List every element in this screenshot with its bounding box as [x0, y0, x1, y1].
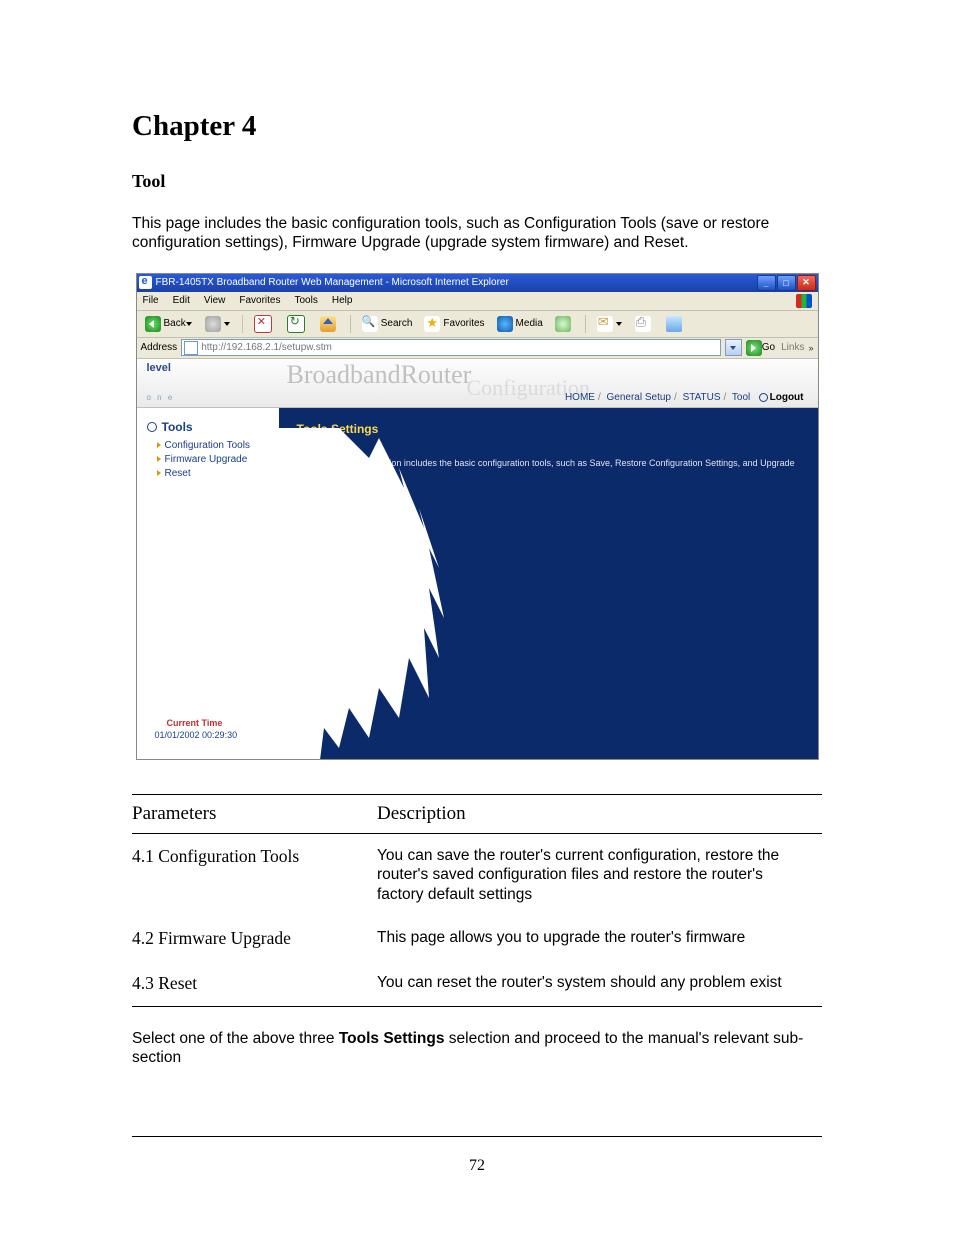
back-button[interactable]: Back: [141, 314, 197, 334]
forward-button[interactable]: [201, 314, 235, 334]
page-number: 72: [0, 1157, 954, 1175]
menu-tools[interactable]: Tools: [294, 295, 317, 306]
triangle-icon: [157, 456, 161, 462]
media-button[interactable]: Media: [493, 314, 547, 334]
address-value: http://192.168.2.1/setupw.stm: [201, 342, 332, 353]
address-dropdown[interactable]: [725, 339, 742, 356]
print-button[interactable]: [631, 314, 658, 334]
embedded-screenshot: FBR-1405TX Broadband Router Web Manageme…: [136, 273, 819, 760]
toolbar: Back Search Favorites Media: [137, 311, 818, 338]
current-time-value: 01/01/2002 00:29:30: [155, 730, 238, 740]
menu-favorites[interactable]: Favorites: [239, 295, 280, 306]
param-name: 4.1 Configuration Tools: [132, 833, 377, 916]
menu-edit[interactable]: Edit: [173, 295, 190, 306]
history-icon: [555, 316, 571, 332]
stop-button[interactable]: [250, 314, 279, 334]
mail-button[interactable]: [593, 314, 627, 334]
param-desc: This page allows you to upgrade the rout…: [377, 916, 822, 961]
menu-file[interactable]: File: [143, 295, 159, 306]
triangle-icon: [157, 442, 161, 448]
main-pane: Tools Settings The Tools Settings sectio…: [279, 408, 818, 760]
refresh-button[interactable]: [283, 314, 312, 334]
intro-paragraph: This page includes the basic configurati…: [132, 214, 822, 253]
nav-home[interactable]: HOME: [565, 392, 595, 403]
sidebar-item-config-tools[interactable]: Configuration Tools: [157, 440, 275, 451]
page-icon: [184, 341, 198, 355]
window-title: FBR-1405TX Broadband Router Web Manageme…: [156, 277, 509, 288]
circle-icon: [147, 422, 157, 432]
table-row: 4.3 Reset You can reset the router's sys…: [132, 961, 822, 1007]
brand-main-text: BroadbandRouter: [287, 360, 472, 390]
menu-view[interactable]: View: [204, 295, 226, 306]
pane-text: The Tools Settings section includes the …: [297, 458, 800, 480]
links-expand-icon[interactable]: »: [808, 343, 813, 353]
forward-icon: [205, 316, 221, 332]
logout-bullet-icon: [759, 393, 768, 402]
parameters-table: Parameters Description 4.1 Configuration…: [132, 794, 822, 1007]
search-button[interactable]: Search: [358, 314, 417, 334]
nav-logout[interactable]: Logout: [770, 392, 804, 403]
footer-rule: [132, 1136, 822, 1137]
router-sidebar: Tools Configuration Tools Firmware Upgra…: [137, 408, 279, 760]
branding-band: level o n e BroadbandRouter Configuratio…: [137, 359, 818, 408]
windows-flag-icon: [796, 294, 812, 308]
sidebar-item-reset[interactable]: Reset: [157, 468, 275, 479]
current-time-label: Current Time: [167, 718, 223, 728]
minimize-button[interactable]: _: [757, 275, 776, 291]
print-icon: [635, 316, 651, 332]
home-icon: [320, 316, 336, 332]
address-label: Address: [141, 342, 178, 353]
address-bar: Address http://192.168.2.1/setupw.stm Go…: [137, 338, 818, 359]
menu-bar: File Edit View Favorites Tools Help: [137, 292, 818, 311]
col-header-description: Description: [377, 794, 822, 833]
go-label: Go: [762, 342, 775, 353]
ie-icon: [139, 276, 152, 289]
favorites-button[interactable]: Favorites: [420, 314, 488, 334]
triangle-icon: [157, 470, 161, 476]
closing-paragraph: Select one of the above three Tools Sett…: [132, 1029, 822, 1068]
history-button[interactable]: [551, 314, 578, 334]
refresh-icon: [287, 315, 305, 333]
chapter-title: Chapter 4: [132, 110, 822, 143]
top-nav: HOME/ General Setup/ STATUS/ Tool Logout: [565, 392, 804, 403]
stop-icon: [254, 315, 272, 333]
search-icon: [362, 316, 378, 332]
links-label[interactable]: Links: [781, 342, 804, 353]
param-name: 4.3 Reset: [132, 961, 377, 1007]
sidebar-heading[interactable]: Tools: [147, 420, 275, 434]
nav-tool[interactable]: Tool: [732, 392, 750, 403]
section-title: Tool: [132, 171, 822, 192]
maximize-button[interactable]: □: [777, 275, 796, 291]
table-row: 4.1 Configuration Tools You can save the…: [132, 833, 822, 916]
home-button[interactable]: [316, 314, 343, 334]
table-row: 4.2 Firmware Upgrade This page allows yo…: [132, 916, 822, 961]
address-input[interactable]: http://192.168.2.1/setupw.stm: [181, 339, 721, 356]
param-name: 4.2 Firmware Upgrade: [132, 916, 377, 961]
edit-button[interactable]: [662, 314, 689, 334]
mail-icon: [597, 316, 613, 332]
menu-help[interactable]: Help: [332, 295, 353, 306]
star-icon: [424, 316, 440, 332]
go-button[interactable]: [746, 340, 762, 356]
param-desc: You can save the router's current config…: [377, 833, 822, 916]
media-icon: [497, 316, 513, 332]
sidebar-item-firmware-upgrade[interactable]: Firmware Upgrade: [157, 454, 275, 465]
close-button[interactable]: ✕: [797, 275, 816, 291]
nav-status[interactable]: STATUS: [683, 392, 721, 403]
back-icon: [145, 316, 161, 332]
edit-icon: [666, 316, 682, 332]
pane-title: Tools Settings: [297, 422, 800, 436]
nav-general-setup[interactable]: General Setup: [607, 392, 672, 403]
col-header-parameters: Parameters: [132, 794, 377, 833]
param-desc: You can reset the router's system should…: [377, 961, 822, 1007]
brand-logo-top: level: [147, 362, 171, 374]
brand-logo-bottom: o n e: [147, 393, 175, 402]
window-titlebar: FBR-1405TX Broadband Router Web Manageme…: [137, 274, 818, 292]
